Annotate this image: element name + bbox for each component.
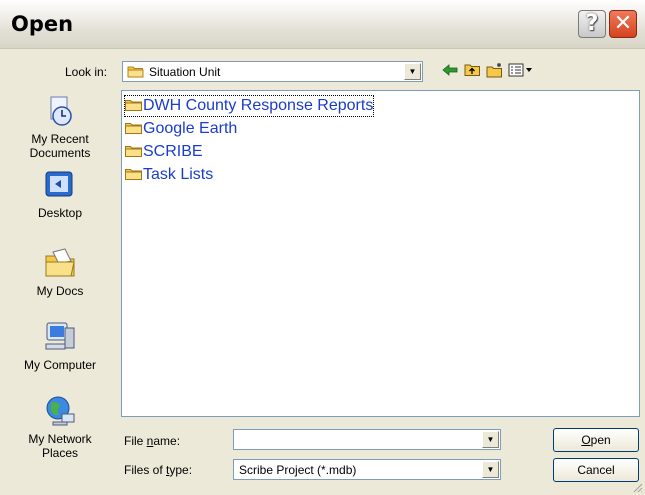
back-icon[interactable] <box>440 60 460 80</box>
open-button[interactable]: Open <box>553 428 639 452</box>
file-type-select[interactable]: Scribe Project (*.mdb) ▼ <box>233 459 501 480</box>
up-folder-icon[interactable] <box>462 60 482 80</box>
cancel-button[interactable]: Cancel <box>553 458 639 482</box>
place-my-docs[interactable]: My Docs <box>10 246 110 298</box>
list-item-folder[interactable]: DWH County Response Reports <box>123 95 375 117</box>
list-item-folder[interactable]: Google Earth <box>125 119 237 139</box>
folder-icon <box>125 146 142 157</box>
chevron-down-icon[interactable]: ▼ <box>404 63 421 80</box>
file-type-value: Scribe Project (*.mdb) <box>239 463 357 477</box>
recent-documents-icon <box>50 96 72 126</box>
file-list[interactable]: DWH County Response Reports Google Earth… <box>121 90 640 417</box>
folder-icon <box>125 100 142 111</box>
file-name: SCRIBE <box>143 143 203 160</box>
place-my-recent-documents[interactable]: My Recent Documents <box>10 94 110 160</box>
place-label: My Computer <box>23 358 97 372</box>
file-name: Task Lists <box>143 166 214 183</box>
place-label: My Recent Documents <box>29 132 91 160</box>
list-item-folder[interactable]: SCRIBE <box>125 142 203 162</box>
resize-grip-icon[interactable] <box>631 481 643 493</box>
new-folder-icon[interactable] <box>485 60 505 80</box>
place-my-network-places[interactable]: My Network Places <box>10 394 110 460</box>
dialog-title: Open <box>11 12 74 36</box>
file-name: Google Earth <box>143 120 238 137</box>
views-menu-icon[interactable] <box>508 60 534 80</box>
title-bar[interactable]: Open ? ✕ <box>0 0 645 49</box>
place-label: Desktop <box>37 206 83 220</box>
place-label: My Network Places <box>28 432 92 460</box>
file-name-label: File name: <box>124 434 181 448</box>
folder-icon <box>125 123 142 134</box>
chevron-down-icon[interactable]: ▼ <box>482 431 499 448</box>
place-my-computer[interactable]: My Computer <box>10 320 110 372</box>
desktop-icon <box>45 171 73 197</box>
file-name: DWH County Response Reports <box>143 97 374 114</box>
close-button[interactable]: ✕ <box>609 10 637 38</box>
my-docs-icon <box>45 248 75 277</box>
folder-icon <box>125 169 142 180</box>
help-icon: ? <box>585 11 599 36</box>
help-button[interactable]: ? <box>578 10 606 38</box>
network-places-icon <box>46 396 75 426</box>
chevron-down-icon[interactable]: ▼ <box>482 461 499 478</box>
file-name-combo[interactable]: ▼ <box>233 429 501 450</box>
look-in-value: Situation Unit <box>149 65 221 79</box>
place-label: My Docs <box>36 284 84 298</box>
places-bar: My Recent Documents Desktop My Docs My C… <box>10 88 110 488</box>
look-in-label: Look in: <box>65 65 108 79</box>
file-name-input[interactable] <box>236 431 480 447</box>
list-item-folder[interactable]: Task Lists <box>125 165 213 185</box>
place-desktop[interactable]: Desktop <box>10 168 110 220</box>
close-icon: ✕ <box>613 11 633 36</box>
my-computer-icon <box>45 322 75 350</box>
open-dialog: Open ? ✕ Look in: Situation Unit ▼ My Re… <box>0 0 645 495</box>
folder-icon <box>127 66 144 78</box>
files-of-type-label: Files of type: <box>124 463 193 477</box>
look-in-combo[interactable]: Situation Unit ▼ <box>122 61 423 82</box>
